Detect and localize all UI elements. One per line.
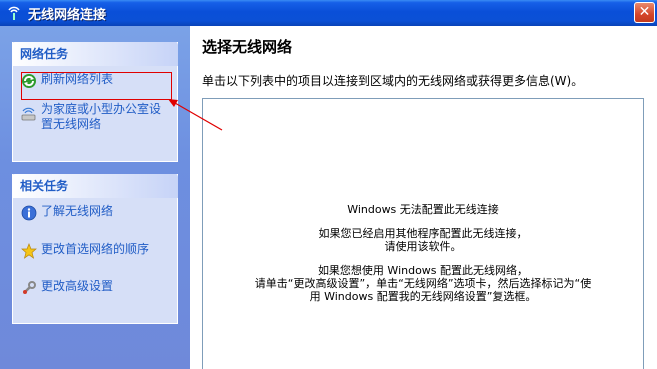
page-description: 单击以下列表中的项目以连接到区域内的无线网络或获得更多信息(W)。 xyxy=(202,74,584,88)
change-advanced-settings-link[interactable]: 更改高级设置 xyxy=(21,279,113,296)
info-icon xyxy=(21,205,37,221)
task-label: 为家庭或小型办公室设置无线网络 xyxy=(41,102,162,131)
message-line: 如果您想使用 Windows 配置此无线网络， xyxy=(317,264,529,277)
title-bar[interactable]: 无线网络连接 ✕ xyxy=(0,0,657,26)
message-paragraph: 如果您已经启用其他程序配置此无线连接， 请使用该软件。 xyxy=(203,227,643,253)
related-tasks-panel: 相关任务 了解无线网络 更改首选网络的顺序 更改高级设置 xyxy=(12,174,178,324)
wireless-network-list[interactable]: Windows 无法配置此无线连接 如果您已经启用其他程序配置此无线连接， 请使… xyxy=(202,98,644,369)
message-line: 请单击“更改高级设置”，单击“无线网络”选项卡，然后选择标记为“使 xyxy=(254,277,592,290)
star-icon xyxy=(21,243,37,259)
task-label: 了解无线网络 xyxy=(41,204,114,218)
page-title: 选择无线网络 xyxy=(202,38,293,56)
network-tasks-header: 网络任务 xyxy=(12,42,178,66)
home-network-icon xyxy=(21,106,37,122)
wireless-network-icon xyxy=(6,5,22,21)
error-message: Windows 无法配置此无线连接 xyxy=(203,203,643,216)
message-paragraph: 如果您想使用 Windows 配置此无线网络， 请单击“更改高级设置”，单击“无… xyxy=(203,264,643,303)
message-line: 用 Windows 配置我的无线网络设置”复选框。 xyxy=(309,290,537,303)
message-line: Windows 无法配置此无线连接 xyxy=(347,203,499,216)
task-label: 更改首选网络的顺序 xyxy=(41,242,150,256)
main-pane: 选择无线网络 单击以下列表中的项目以连接到区域内的无线网络或获得更多信息(W)。… xyxy=(190,26,657,369)
learn-wireless-link[interactable]: 了解无线网络 xyxy=(21,204,113,221)
change-preferred-order-link[interactable]: 更改首选网络的顺序 xyxy=(21,242,149,259)
message-line: 请使用该软件。 xyxy=(384,240,462,253)
setup-home-network-link[interactable]: 为家庭或小型办公室设置无线网络 xyxy=(21,102,171,132)
related-tasks-header: 相关任务 xyxy=(12,174,178,198)
window-title: 无线网络连接 xyxy=(28,7,107,23)
close-button[interactable]: ✕ xyxy=(634,2,655,23)
network-tasks-panel: 网络任务 刷新网络列表 为家庭或小型办公室设置无线网络 xyxy=(12,42,178,162)
annotation-highlight-box xyxy=(21,72,172,100)
settings-icon xyxy=(21,280,37,296)
task-label: 更改高级设置 xyxy=(41,279,114,293)
message-line: 如果您已经启用其他程序配置此无线连接， xyxy=(318,227,528,240)
